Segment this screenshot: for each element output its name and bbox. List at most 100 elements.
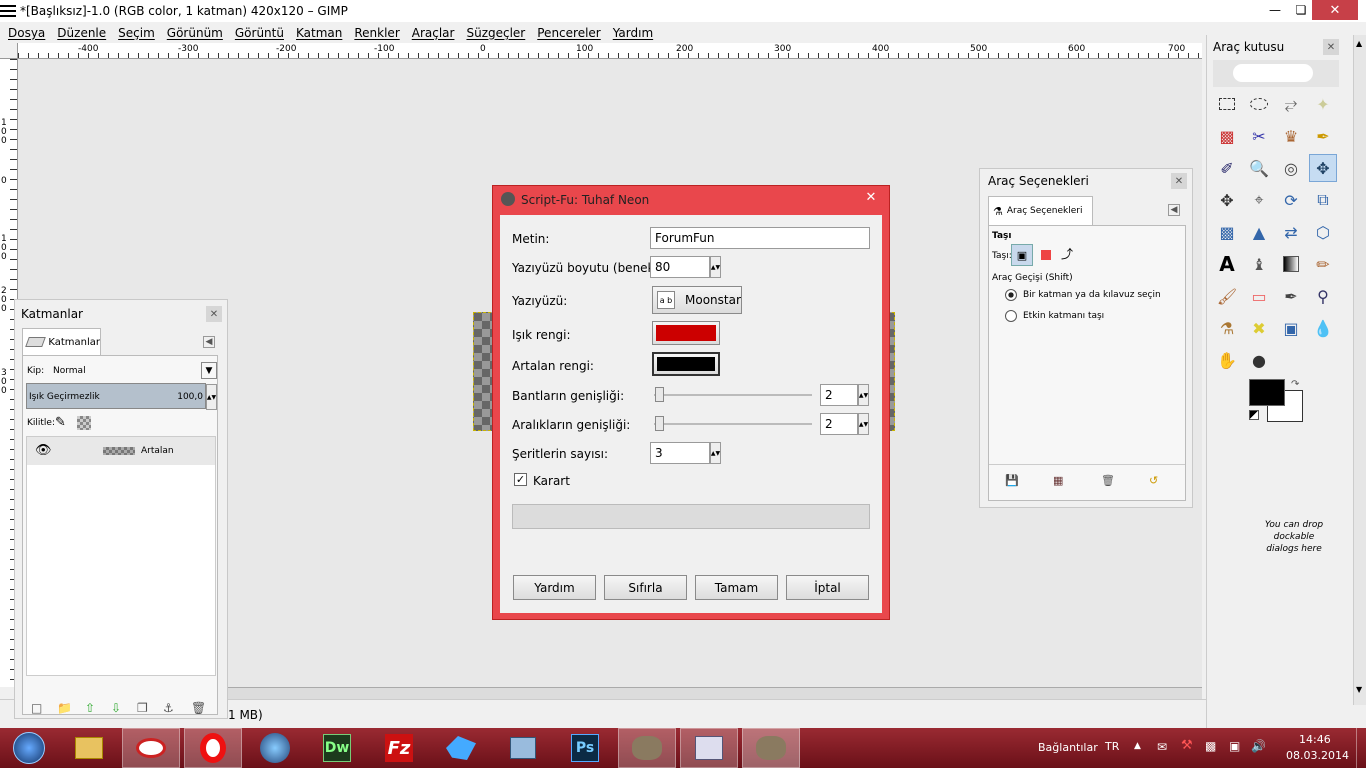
scissors-icon[interactable]: ✂ — [1245, 122, 1273, 150]
mail-icon[interactable]: ✉ — [1157, 740, 1167, 754]
taskbar-gimp-2[interactable] — [742, 728, 800, 768]
perspective-clone-icon[interactable]: ▣ — [1277, 314, 1305, 342]
foreground-select-icon[interactable]: ♛ — [1277, 122, 1305, 150]
fade-checkbox[interactable]: ✓ — [514, 473, 527, 486]
minimize-button[interactable]: — — [1260, 0, 1290, 20]
menu-katman[interactable]: Katman — [296, 26, 342, 40]
list-item[interactable]: 👁 Artalan — [27, 437, 215, 465]
move-tool-icon[interactable]: ✥ — [1309, 154, 1337, 182]
text-tool-icon[interactable]: A — [1213, 250, 1241, 278]
flip-icon[interactable]: ⇄ — [1277, 218, 1305, 246]
paintbrush-icon[interactable]: 🖌 — [1213, 282, 1241, 310]
pencil-icon[interactable]: ✏ — [1309, 250, 1337, 278]
move-path-icon[interactable]: ⤴ — [1061, 245, 1073, 262]
close-icon[interactable]: ✕ — [206, 306, 222, 322]
crop-icon[interactable]: ⌖ — [1245, 186, 1273, 214]
text-input[interactable]: ForumFun — [650, 227, 870, 249]
volume-icon[interactable]: 🔊 — [1251, 739, 1266, 753]
restore-options-icon[interactable]: ▦ — [1053, 474, 1063, 487]
maximize-button[interactable]: ❏ — [1290, 0, 1312, 20]
lasso-icon[interactable]: ⥂ — [1277, 90, 1305, 118]
network-icon[interactable]: ▣ — [1229, 739, 1240, 753]
close-icon[interactable]: ✕ — [1323, 39, 1339, 55]
color-picker-icon[interactable]: ✐ — [1213, 154, 1241, 182]
menu-yardim[interactable]: Yardım — [613, 26, 653, 40]
lower-layer-icon[interactable]: ⇩ — [111, 701, 121, 715]
font-size-stepper[interactable]: ▲▼ — [710, 256, 721, 278]
align-icon[interactable]: ✥ — [1213, 186, 1241, 214]
opacity-slider[interactable]: Işık Geçirmezlik 100,0 — [26, 383, 206, 409]
taskbar-browser[interactable] — [246, 728, 304, 768]
cancel-button[interactable]: İptal — [786, 575, 869, 600]
lock-alpha-icon[interactable] — [77, 416, 91, 430]
help-button[interactable]: Yardım — [513, 575, 596, 600]
tab-menu-icon[interactable]: ◀ — [1168, 204, 1180, 216]
swap-colors-icon[interactable]: ↷ — [1291, 379, 1299, 390]
clock-time[interactable]: 14:46 — [1299, 733, 1331, 746]
menu-renkler[interactable]: Renkler — [354, 26, 399, 40]
save-options-icon[interactable]: 💾 — [1005, 474, 1019, 487]
close-button[interactable]: ✕ — [1312, 0, 1358, 20]
default-colors-icon[interactable] — [1249, 410, 1259, 420]
heal-icon[interactable]: ✖ — [1245, 314, 1273, 342]
dialog-close-icon[interactable]: ✕ — [853, 186, 889, 208]
trash-icon[interactable]: 🗑 — [191, 701, 206, 715]
taskbar-opera[interactable] — [184, 728, 242, 768]
tab-menu-icon[interactable]: ◀ — [203, 336, 215, 348]
brush-icon[interactable]: ✎ — [55, 415, 66, 430]
menu-araclar[interactable]: Araçlar — [412, 26, 455, 40]
blur-icon[interactable]: 💧 — [1309, 314, 1337, 342]
mode-value[interactable]: Normal — [53, 366, 86, 376]
radio-active-layer[interactable] — [1005, 310, 1017, 322]
taskbar-app-blue[interactable] — [432, 728, 490, 768]
toolbar-links-label[interactable]: Bağlantılar — [1038, 741, 1098, 754]
airbrush-icon[interactable]: ✒ — [1277, 282, 1305, 310]
tab-layers[interactable]: Katmanlar — [22, 328, 101, 355]
move-layer-icon[interactable]: ▣ — [1011, 244, 1033, 266]
zoom-icon[interactable]: 🔍 — [1245, 154, 1273, 182]
taskbar-gimp-1[interactable] — [618, 728, 676, 768]
window-menu-icon[interactable] — [0, 4, 16, 18]
paths-icon[interactable]: ✒ — [1309, 122, 1337, 150]
band-width-input[interactable]: 2 — [820, 384, 858, 406]
cage-icon[interactable]: ⬡ — [1309, 218, 1337, 246]
shear-icon[interactable]: ▩ — [1213, 218, 1241, 246]
menu-pencereler[interactable]: Pencereler — [537, 26, 600, 40]
bucket-fill-icon[interactable]: ♝ — [1245, 250, 1273, 278]
strip-count-input[interactable]: 3 — [650, 442, 710, 464]
raise-layer-icon[interactable]: ⇧ — [85, 701, 95, 715]
scroll-down-icon[interactable]: ▼ — [1356, 685, 1362, 694]
taskbar-filezilla[interactable]: Fz — [370, 728, 428, 768]
strip-count-stepper[interactable]: ▲▼ — [710, 442, 721, 464]
taskbar-network[interactable] — [494, 728, 552, 768]
select-by-color-icon[interactable]: ▩ — [1213, 122, 1241, 150]
menu-suzgecler[interactable]: Süzgeçler — [466, 26, 525, 40]
scroll-up-icon[interactable]: ▲ — [1356, 39, 1362, 48]
measure-icon[interactable]: ◎ — [1277, 154, 1305, 182]
bg-color-button[interactable] — [652, 352, 720, 376]
gap-width-input[interactable]: 2 — [820, 413, 858, 435]
radio-pick-layer[interactable] — [1005, 289, 1017, 301]
show-hidden-icons[interactable]: ▲ — [1134, 741, 1141, 751]
taskbar-app-eye[interactable] — [122, 728, 180, 768]
menu-gorunum[interactable]: Görünüm — [167, 26, 223, 40]
chevron-down-icon[interactable]: ▼ — [201, 362, 217, 379]
fuzzy-select-icon[interactable]: ✦ — [1309, 90, 1337, 118]
move-selection-icon[interactable] — [1041, 250, 1051, 260]
blend-icon[interactable] — [1277, 250, 1305, 278]
device-icon[interactable]: ▩ — [1205, 739, 1216, 753]
eraser-icon[interactable]: ▭ — [1245, 282, 1273, 310]
reset-button[interactable]: Sıfırla — [604, 575, 687, 600]
taskbar-paint[interactable] — [680, 728, 738, 768]
foreground-color-swatch[interactable] — [1249, 379, 1285, 406]
perspective-icon[interactable]: ▲ — [1245, 218, 1273, 246]
reset-options-icon[interactable]: ↺ — [1149, 474, 1158, 487]
clone-icon[interactable]: ⚗ — [1213, 314, 1241, 342]
close-icon[interactable]: ✕ — [1171, 173, 1187, 189]
menu-goruntu[interactable]: Görüntü — [235, 26, 284, 40]
duplicate-layer-icon[interactable]: ❐ — [137, 701, 148, 715]
ellipse-select-icon[interactable] — [1245, 90, 1273, 118]
folder-icon[interactable]: 📁 — [57, 701, 72, 715]
horizontal-ruler[interactable]: -400 -300 -200 -100 0 100 200 300 400 50… — [18, 43, 1202, 59]
gap-width-slider[interactable] — [654, 423, 812, 425]
